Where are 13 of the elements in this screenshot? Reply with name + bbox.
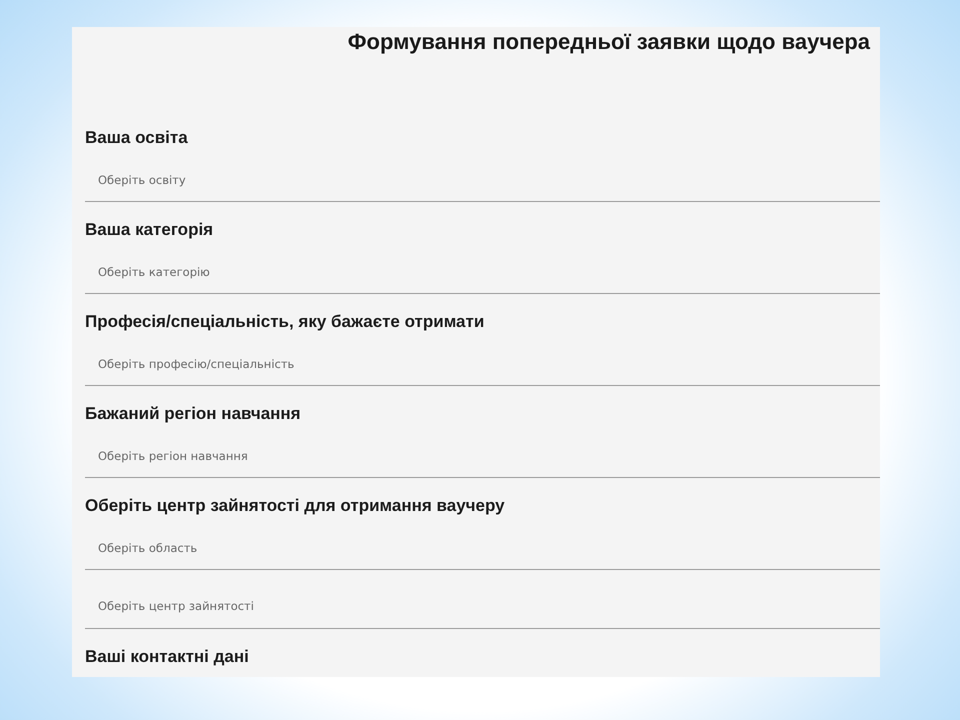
select-field[interactable]: Оберіть освіту — [85, 149, 880, 202]
section-label: Ваша категорія — [85, 219, 214, 241]
select-field[interactable]: Оберіть професію/спеціальність — [85, 333, 880, 386]
section-label: Ваші контактні дані — [85, 646, 249, 668]
select-field[interactable]: Оберіть категорію — [85, 241, 880, 294]
select-field[interactable]: Оберіть регіон навчання — [85, 425, 880, 478]
form-title: Формування попередньої заявки щодо ваучера — [348, 29, 870, 55]
section-label: Оберіть центр зайнятості для отримання ваучеру — [85, 495, 505, 517]
select-field[interactable]: Оберіть область — [85, 517, 880, 570]
section-label: Професія/спеціальність, яку бажаєте отримати — [85, 311, 484, 333]
section-label: Ваша освіта — [85, 127, 188, 149]
section-label: Бажаний регіон навчання — [85, 403, 301, 425]
select-field[interactable]: Оберіть центр зайнятості — [85, 570, 880, 629]
